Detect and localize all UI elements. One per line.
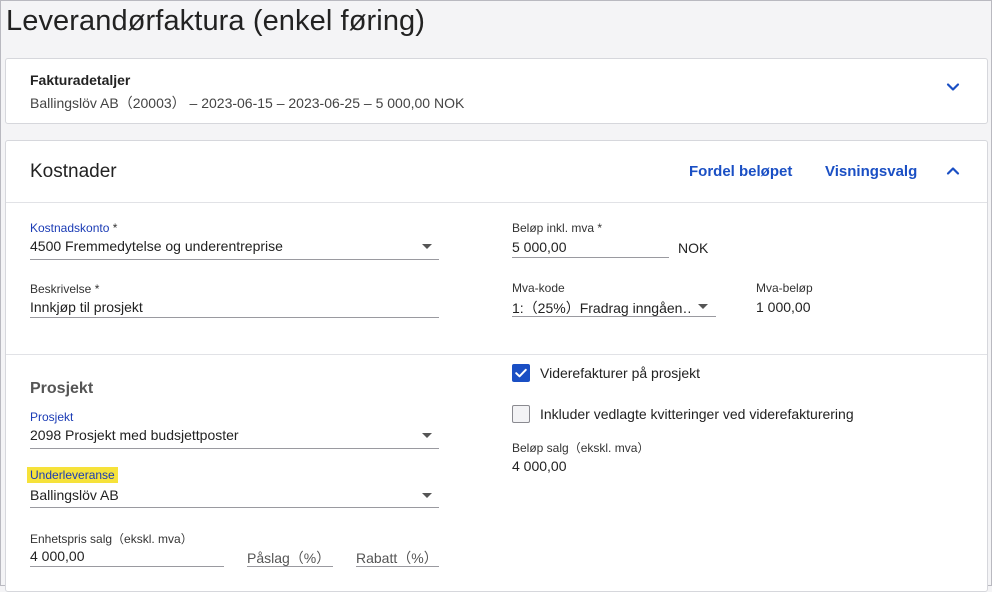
subdelivery-label-text: Underleveranse bbox=[27, 467, 118, 483]
sales-amount-value: 4 000,00 bbox=[512, 458, 567, 474]
chevron-down-icon[interactable] bbox=[944, 78, 962, 96]
subdelivery-select[interactable]: Ballingslöv AB bbox=[30, 487, 410, 503]
dropdown-arrow-icon[interactable] bbox=[422, 433, 432, 438]
amount-incl-vat-input[interactable]: 5 000,00 bbox=[512, 239, 662, 255]
invoice-details-title: Fakturadetaljer bbox=[30, 72, 131, 88]
invoice-details-card[interactable]: Fakturadetaljer Ballingslöv AB（20003） – … bbox=[5, 58, 988, 124]
vat-code-select[interactable]: 1:（25%）Fradrag inngåen… bbox=[512, 298, 690, 318]
subdelivery-underline bbox=[30, 507, 439, 508]
cost-account-underline bbox=[30, 259, 439, 260]
unit-price-input[interactable]: 4 000,00 bbox=[30, 548, 210, 564]
unit-price-label: Enhetspris salg（ekskl. mva） bbox=[30, 532, 193, 546]
discount-underline bbox=[356, 566, 439, 567]
cost-account-select[interactable]: 4500 Fremmedytelse og underentreprise bbox=[30, 238, 410, 254]
distribute-amount-button[interactable]: Fordel beløpet bbox=[689, 163, 792, 180]
reinvoice-label[interactable]: Viderefakturer på prosjekt bbox=[540, 365, 700, 381]
discount-input[interactable]: Rabatt（%） bbox=[356, 548, 438, 568]
page-title: Leverandørfaktura (enkel føring) bbox=[6, 5, 426, 37]
description-underline bbox=[30, 317, 439, 318]
markup-input[interactable]: Påslag（%） bbox=[247, 548, 330, 568]
dropdown-arrow-icon[interactable] bbox=[698, 304, 708, 309]
cost-account-label: Kostnadskonto * bbox=[30, 221, 118, 235]
include-receipts-label[interactable]: Inkluder vedlagte kvitteringer ved vider… bbox=[540, 406, 854, 422]
subdelivery-label: Underleveranse bbox=[27, 467, 118, 483]
costs-card: Kostnader Fordel beløpet Visningsvalg Ko… bbox=[5, 140, 988, 592]
view-options-button[interactable]: Visningsvalg bbox=[825, 163, 917, 180]
section-divider bbox=[6, 354, 987, 355]
costs-header: Kostnader Fordel beløpet Visningsvalg bbox=[6, 141, 987, 203]
dropdown-arrow-icon[interactable] bbox=[422, 244, 432, 249]
project-select[interactable]: 2098 Prosjekt med budsjettposter bbox=[30, 427, 410, 443]
chevron-up-icon[interactable] bbox=[944, 162, 962, 180]
dropdown-arrow-icon[interactable] bbox=[422, 493, 432, 498]
reinvoice-checkbox[interactable] bbox=[512, 364, 530, 382]
amount-incl-vat-label: Beløp inkl. mva * bbox=[512, 221, 603, 235]
description-label: Beskrivelse * bbox=[30, 282, 100, 296]
window-frame: Leverandørfaktura (enkel føring) Faktura… bbox=[0, 0, 992, 592]
vat-amount-value: 1 000,00 bbox=[756, 299, 811, 315]
vat-code-label: Mva-kode bbox=[512, 281, 565, 295]
vat-amount-label: Mva-beløp bbox=[756, 281, 813, 295]
sales-amount-label: Beløp salg（ekskl. mva） bbox=[512, 441, 650, 455]
vat-code-underline bbox=[512, 316, 716, 317]
unit-price-underline bbox=[30, 566, 224, 567]
project-label: Prosjekt bbox=[30, 410, 74, 424]
project-underline bbox=[30, 448, 439, 449]
description-input[interactable]: Innkjøp til prosjekt bbox=[30, 299, 430, 315]
currency-label: NOK bbox=[678, 240, 709, 256]
invoice-details-summary: Ballingslöv AB（20003） – 2023-06-15 – 202… bbox=[30, 95, 465, 111]
project-section-title: Prosjekt bbox=[30, 380, 94, 397]
include-receipts-checkbox[interactable] bbox=[512, 405, 530, 423]
checkmark-icon bbox=[515, 368, 527, 378]
amount-incl-vat-underline bbox=[512, 257, 669, 258]
costs-title: Kostnader bbox=[30, 161, 117, 182]
markup-underline bbox=[247, 566, 333, 567]
